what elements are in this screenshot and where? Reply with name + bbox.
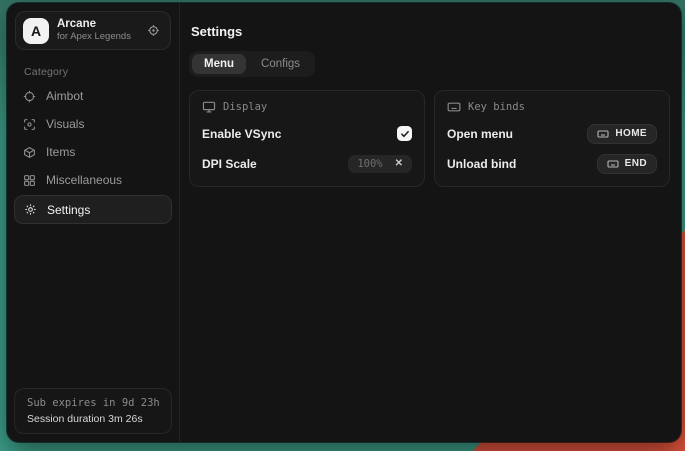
- open-menu-row: Open menu HOME: [447, 123, 657, 144]
- unload-bind-row: Unload bind END: [447, 153, 657, 174]
- app-title-block: Arcane for Apex Legends: [57, 18, 131, 42]
- sidebar-item-visuals[interactable]: Visuals: [7, 110, 179, 138]
- sub-expiry-text: Sub expires in 9d 23h: [27, 397, 159, 409]
- sidebar-nav: Aimbot Visuals: [7, 82, 179, 225]
- monitor-icon: [202, 100, 216, 114]
- display-card-title: Display: [223, 101, 267, 113]
- key-icon: [607, 158, 619, 170]
- clear-icon[interactable]: ✕: [395, 159, 403, 169]
- unload-bind-label: Unload bind: [447, 157, 516, 171]
- unload-bind-keybind-button[interactable]: END: [597, 154, 657, 174]
- keybinds-card-header: Key binds: [447, 100, 657, 114]
- check-icon: [400, 129, 410, 139]
- dpi-scale-value: 100%: [357, 158, 382, 170]
- sidebar-item-label: Visuals: [46, 117, 84, 131]
- sidebar-item-label: Items: [46, 145, 75, 159]
- app-subtitle: for Apex Legends: [57, 32, 131, 43]
- crosshair-icon: [23, 90, 36, 103]
- keybinds-card: Key binds Open menu HOME Unload bin: [434, 90, 670, 187]
- sidebar-item-miscellaneous[interactable]: Miscellaneous: [7, 166, 179, 194]
- app-header-card: A Arcane for Apex Legends: [15, 11, 171, 50]
- display-card: Display Enable VSync DPI Scale 100% ✕: [189, 90, 425, 187]
- sidebar-item-label: Settings: [47, 203, 90, 217]
- tab-configs[interactable]: Configs: [249, 54, 312, 74]
- dpi-scale-input[interactable]: 100% ✕: [348, 155, 412, 173]
- open-menu-key: HOME: [615, 128, 647, 139]
- subscription-status-box: Sub expires in 9d 23h Session duration 3…: [14, 388, 172, 434]
- open-menu-keybind-button[interactable]: HOME: [587, 124, 657, 144]
- dpi-scale-row: DPI Scale 100% ✕: [202, 153, 412, 174]
- category-label: Category: [24, 66, 179, 78]
- grid-icon: [23, 174, 36, 187]
- vsync-label: Enable VSync: [202, 127, 281, 141]
- keyboard-icon: [447, 100, 461, 114]
- app-logo: A: [23, 18, 49, 44]
- vsync-row: Enable VSync: [202, 123, 412, 144]
- open-menu-label: Open menu: [447, 127, 513, 141]
- settings-cards-row: Display Enable VSync DPI Scale 100% ✕: [189, 90, 670, 187]
- target-icon[interactable]: [147, 24, 160, 37]
- main-panel: Settings Menu Configs Display: [180, 3, 681, 442]
- display-card-header: Display: [202, 100, 412, 114]
- gear-icon: [24, 203, 37, 216]
- cube-icon: [23, 146, 36, 159]
- session-duration-text: Session duration 3m 26s: [27, 413, 159, 425]
- sidebar: A Arcane for Apex Legends Category: [7, 3, 180, 442]
- page-title: Settings: [191, 24, 670, 39]
- sidebar-item-aimbot[interactable]: Aimbot: [7, 82, 179, 110]
- keybinds-card-title: Key binds: [468, 101, 525, 113]
- app-name: Arcane: [57, 18, 131, 31]
- app-window: A Arcane for Apex Legends Category: [7, 3, 681, 442]
- sidebar-item-settings[interactable]: Settings: [14, 195, 172, 224]
- vsync-checkbox[interactable]: [397, 126, 412, 141]
- scan-eye-icon: [23, 118, 36, 131]
- dpi-scale-label: DPI Scale: [202, 157, 257, 171]
- settings-tabbar: Menu Configs: [189, 51, 315, 77]
- sidebar-item-label: Miscellaneous: [46, 173, 122, 187]
- tab-menu[interactable]: Menu: [192, 54, 246, 74]
- key-icon: [597, 128, 609, 140]
- unload-bind-key: END: [625, 158, 647, 169]
- sidebar-item-items[interactable]: Items: [7, 138, 179, 166]
- sidebar-item-label: Aimbot: [46, 89, 83, 103]
